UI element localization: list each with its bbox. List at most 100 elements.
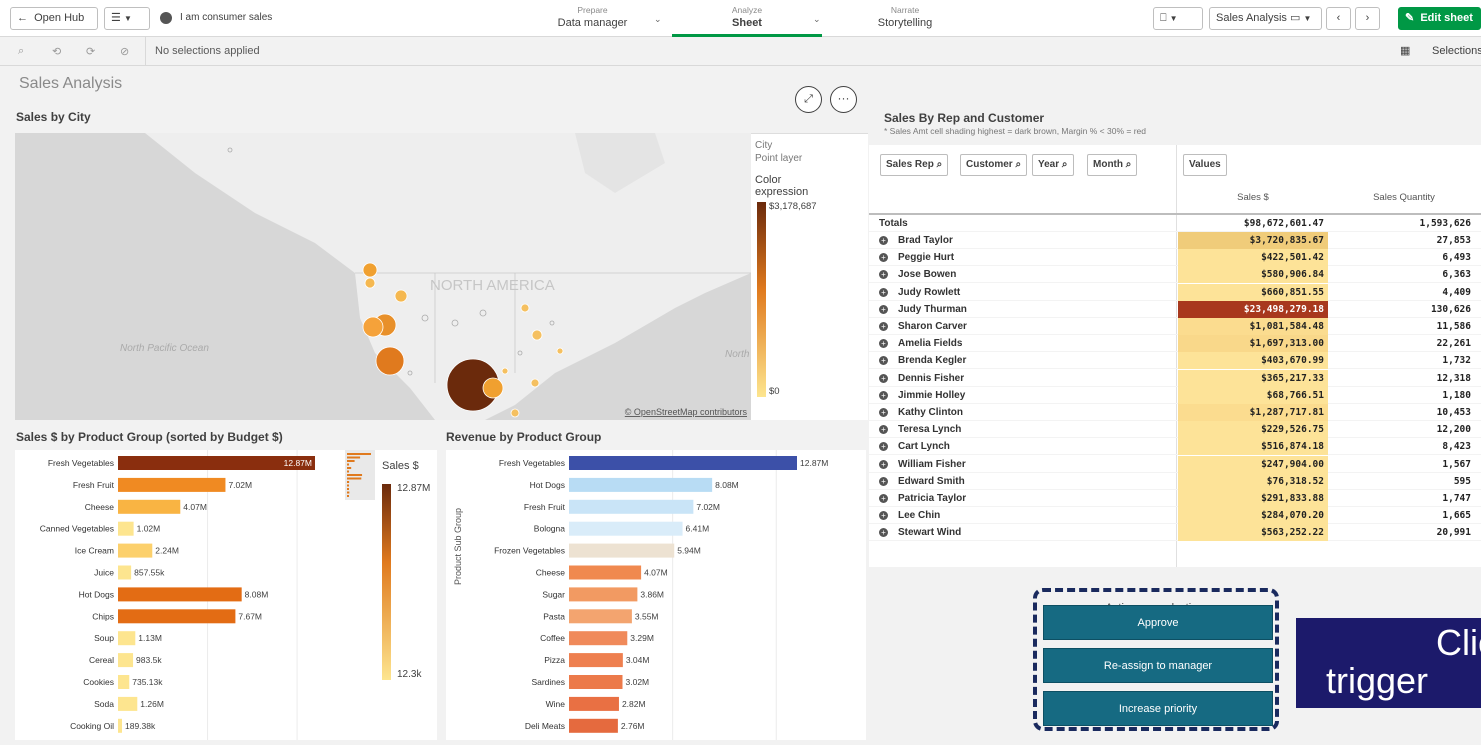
bar[interactable] (569, 653, 623, 668)
expand-plus-icon[interactable]: + (879, 425, 888, 435)
filter-year[interactable]: Year ⌕ (1032, 154, 1074, 176)
city-bubble[interactable] (501, 367, 509, 375)
table-row[interactable]: + Jimmie Holley $68,766.51 1,180 (869, 386, 1481, 404)
col-header-sales[interactable]: Sales $ (1178, 192, 1328, 203)
table-row[interactable]: + Peggie Hurt $422,501.42 6,493 (869, 249, 1481, 267)
city-bubble[interactable] (482, 377, 504, 399)
bar[interactable] (569, 631, 628, 646)
chevron-down-icon[interactable]: ⌄ (654, 14, 662, 25)
table-row[interactable]: + Kathy Clinton $1,287,717.81 10,453 (869, 404, 1481, 421)
expand-plus-icon[interactable]: + (879, 287, 888, 297)
table-row[interactable]: + William Fisher $247,904.00 1,567 (869, 455, 1481, 473)
table-row[interactable]: + Cart Lynch $516,874.18 8,423 (869, 438, 1481, 456)
table-row[interactable]: + Brenda Kegler $403,670.99 1,732 (869, 352, 1481, 370)
bar[interactable] (118, 565, 132, 580)
bar[interactable] (118, 543, 153, 558)
edit-sheet-button[interactable]: ✎ Edit sheet (1398, 7, 1481, 30)
values-button[interactable]: Values (1183, 154, 1227, 176)
table-row[interactable]: + Judy Thurman $23,498,279.18 130,626 (869, 300, 1481, 318)
table-row[interactable]: + Dennis Fisher $365,217.33 12,318 (869, 369, 1481, 387)
step-back-icon[interactable]: ⟲ (52, 45, 61, 58)
expand-plus-icon[interactable]: + (879, 476, 888, 486)
bar[interactable] (118, 587, 242, 602)
table-row[interactable]: + Sharon Carver $1,081,584.48 11,586 (869, 318, 1481, 335)
city-bubble[interactable] (520, 303, 530, 313)
expand-plus-icon[interactable]: + (879, 270, 888, 280)
table-row[interactable]: + Lee Chin $284,070.20 1,665 (869, 507, 1481, 525)
city-bubble[interactable] (375, 346, 405, 376)
smart-search-icon[interactable]: ⌕ (18, 45, 24, 58)
bar[interactable] (569, 521, 683, 536)
expand-plus-icon[interactable]: + (879, 373, 888, 383)
more-options-icon[interactable]: ··· (830, 86, 857, 113)
bar[interactable] (118, 653, 134, 668)
bar[interactable] (569, 609, 632, 624)
city-bubble[interactable] (556, 347, 564, 355)
expand-plus-icon[interactable]: + (879, 356, 888, 366)
city-bubble[interactable] (530, 378, 540, 388)
open-hub-button[interactable]: ← Open Hub (10, 7, 98, 30)
sheet-selector[interactable]: Sales Analysis ▭ ▼ (1209, 7, 1322, 30)
chart1-plot[interactable]: Fresh Vegetables 12.87M Fresh Fruit 7.02M Ch… (15, 450, 377, 740)
expand-plus-icon[interactable]: + (879, 442, 888, 452)
chart1-scrollbar[interactable] (345, 450, 375, 740)
filter-month[interactable]: Month ⌕ (1087, 154, 1138, 176)
expand-icon[interactable]: ⤢ (795, 86, 822, 113)
menu-button[interactable]: ☰ ▼ (104, 7, 150, 30)
city-bubble[interactable] (362, 262, 378, 278)
city-bubble[interactable] (364, 277, 376, 289)
table-row[interactable]: + Brad Taylor $3,720,835.67 27,853 (869, 232, 1481, 249)
table-row[interactable]: + Teresa Lynch $229,526.75 12,200 (869, 421, 1481, 439)
map-attribution[interactable]: © OpenStreetMap contributors (625, 407, 748, 417)
expand-plus-icon[interactable]: + (879, 511, 888, 521)
expand-plus-icon[interactable]: + (879, 339, 888, 349)
bar[interactable] (118, 609, 236, 624)
table-row[interactable]: + Edward Smith $76,318.52 595 (869, 472, 1481, 490)
expand-plus-icon[interactable]: + (879, 304, 888, 314)
bar[interactable] (118, 696, 138, 711)
city-bubble[interactable] (531, 329, 543, 341)
table-row[interactable]: + Judy Rowlett $660,851.55 4,409 (869, 283, 1481, 301)
bar[interactable] (569, 456, 797, 470)
table-row[interactable]: + Amelia Fields $1,697,313.00 22,261 (869, 335, 1481, 353)
bar[interactable] (118, 521, 134, 536)
bar[interactable] (569, 587, 638, 602)
step-forward-icon[interactable]: ⟳ (86, 45, 95, 58)
filter-customer[interactable]: Customer ⌕ (960, 154, 1028, 176)
bar[interactable] (118, 477, 226, 492)
expand-plus-icon[interactable]: + (879, 494, 888, 503)
bookmark-button[interactable]: ⎕ ▼ (1153, 7, 1203, 30)
col-header-qty[interactable]: Sales Quantity (1329, 192, 1479, 203)
selections-icon[interactable]: ▦ (1400, 44, 1410, 57)
chevron-down-icon[interactable]: ⌄ (813, 14, 821, 25)
bar[interactable] (569, 718, 618, 733)
bar[interactable] (569, 477, 713, 492)
expand-plus-icon[interactable]: + (879, 390, 888, 400)
pivot-table[interactable]: Sales Rep ⌕ Customer ⌕ Year ⌕ Month ⌕ Va… (869, 145, 1481, 567)
prev-sheet-button[interactable]: ‹ (1326, 7, 1351, 30)
bar[interactable] (569, 675, 623, 689)
sales-map[interactable]: NORTH AMERICA North Pacific Ocean North (15, 133, 751, 420)
chart2-plot[interactable]: Fresh Vegetables 12.87M Hot Dogs 8.08M Fresh… (446, 450, 866, 740)
city-bubble[interactable] (510, 408, 520, 418)
bar[interactable] (569, 499, 694, 514)
clear-selections-icon[interactable]: ⊘ (120, 45, 129, 58)
city-bubble[interactable] (362, 316, 384, 338)
city-bubble[interactable] (394, 289, 408, 303)
nav-prepare[interactable]: Prepare Data manager (555, 5, 630, 30)
bar[interactable] (118, 631, 136, 646)
expand-plus-icon[interactable]: + (879, 236, 888, 245)
filter-sales-rep[interactable]: Sales Rep ⌕ (880, 154, 949, 176)
bar[interactable] (118, 718, 122, 733)
expand-plus-icon[interactable]: + (879, 322, 888, 331)
reassign-button[interactable]: Re-assign to manager (1043, 648, 1273, 683)
table-row[interactable]: + Jose Bowen $580,906.84 6,363 (869, 266, 1481, 284)
increase-priority-button[interactable]: Increase priority (1043, 691, 1273, 726)
expand-plus-icon[interactable]: + (879, 528, 888, 538)
bar[interactable] (118, 675, 130, 689)
bar[interactable] (569, 696, 619, 711)
expand-plus-icon[interactable]: + (879, 408, 888, 417)
next-sheet-button[interactable]: › (1355, 7, 1380, 30)
expand-plus-icon[interactable]: + (879, 253, 888, 263)
nav-analyze[interactable]: Analyze Sheet (672, 5, 822, 37)
